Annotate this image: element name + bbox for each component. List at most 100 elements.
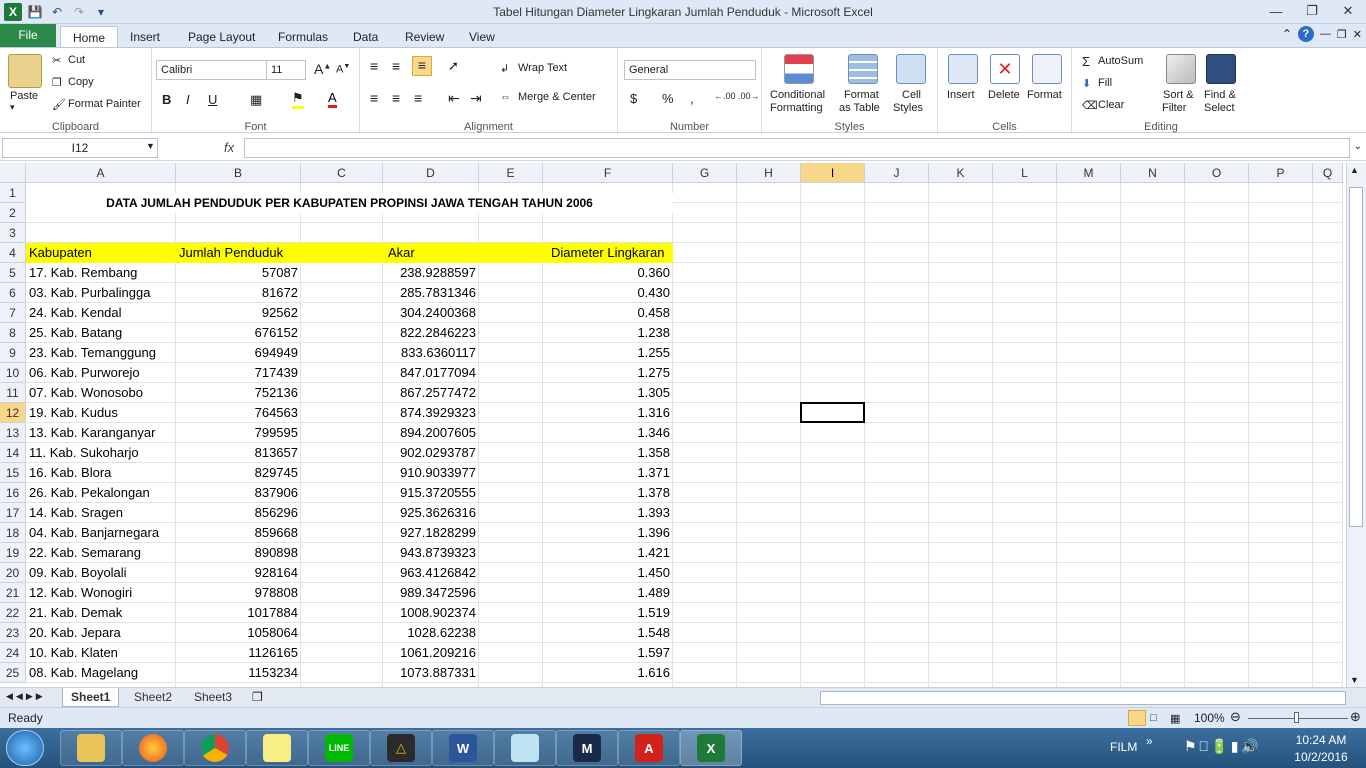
cell-kabupaten[interactable]: 06. Kab. Purworejo	[26, 363, 176, 383]
cell-kabupaten[interactable]: 08. Kab. Magelang	[26, 663, 176, 683]
cell-diameter[interactable]: 1.305	[543, 383, 673, 403]
cell-diameter[interactable]: 1.396	[543, 523, 673, 543]
decrease-indent-icon[interactable]: ⇤	[448, 90, 460, 107]
borders-icon[interactable]: ▦	[250, 92, 262, 108]
row-header-9[interactable]: 9	[0, 343, 26, 363]
percent-icon[interactable]: %	[662, 91, 674, 106]
underline-icon[interactable]: U	[208, 92, 217, 107]
cell-diameter[interactable]: 1.489	[543, 583, 673, 603]
insert-function-icon[interactable]: fx	[224, 140, 234, 155]
cut-icon[interactable]: ✂	[52, 54, 61, 67]
paste-dropdown-icon[interactable]: ▾	[10, 102, 15, 113]
format-painter-button[interactable]: Format Painter	[68, 98, 141, 110]
align-top-icon[interactable]: ≡	[370, 58, 378, 74]
align-center-icon[interactable]: ≡	[392, 90, 400, 106]
format-as-table-button-line2[interactable]: as Table	[839, 102, 880, 114]
taskbar-firefox[interactable]	[122, 730, 184, 766]
scroll-up-icon[interactable]: ▲	[1350, 165, 1359, 175]
cell-akar[interactable]: 894.2007605	[383, 423, 479, 443]
shrink-font-icon[interactable]: A▼	[336, 63, 350, 76]
header-akar[interactable]: Akar	[385, 243, 418, 263]
cell-akar[interactable]: 943.8739323	[383, 543, 479, 563]
cell-diameter[interactable]: 1.358	[543, 443, 673, 463]
column-header-c[interactable]: C	[301, 163, 383, 183]
cell-kabupaten[interactable]: 09. Kab. Boyolali	[26, 563, 176, 583]
column-header-m[interactable]: M	[1057, 163, 1121, 183]
align-right-icon[interactable]: ≡	[414, 90, 422, 106]
cell-akar[interactable]: 304.2400368	[383, 303, 479, 323]
tray-time[interactable]: 10:24 AM	[1290, 733, 1352, 747]
row-header-7[interactable]: 7	[0, 303, 26, 323]
cell-diameter[interactable]: 0.430	[543, 283, 673, 303]
orientation-icon[interactable]: ➚	[448, 58, 459, 74]
taskbar-line[interactable]: LINE	[308, 730, 370, 766]
column-header-p[interactable]: P	[1249, 163, 1313, 183]
page-layout-view-icon[interactable]: □	[1150, 712, 1157, 724]
workbook-restore-icon[interactable]: ❐	[1337, 28, 1347, 41]
tray-film[interactable]: FILM	[1110, 740, 1137, 754]
cell-kabupaten[interactable]: 24. Kab. Kendal	[26, 303, 176, 323]
tray-expand-icon[interactable]: »	[1146, 734, 1153, 748]
italic-icon[interactable]: I	[186, 92, 190, 107]
taskbar-explorer[interactable]	[60, 730, 122, 766]
zoom-in-icon[interactable]: ⊕	[1350, 709, 1361, 725]
cell-akar[interactable]: 1073.887331	[383, 663, 479, 683]
cell-diameter[interactable]: 1.316	[543, 403, 673, 423]
cell-diameter[interactable]: 1.421	[543, 543, 673, 563]
fill-button[interactable]: Fill	[1098, 77, 1112, 89]
restore-icon[interactable]: ❐	[1294, 0, 1330, 22]
help-icon[interactable]: ?	[1297, 26, 1314, 42]
cell-akar[interactable]: 238.9288597	[383, 263, 479, 283]
cell-diameter[interactable]: 0.360	[543, 263, 673, 283]
cell-jumlah-penduduk[interactable]: 859668	[176, 523, 301, 543]
row-header-10[interactable]: 10	[0, 363, 26, 383]
name-box[interactable]: I12	[2, 138, 158, 158]
copy-button[interactable]: Copy	[68, 76, 94, 88]
header-kabupaten[interactable]: Kabupaten	[26, 243, 95, 263]
cell-diameter[interactable]: 1.393	[543, 503, 673, 523]
bold-icon[interactable]: B	[162, 92, 171, 107]
taskbar-media[interactable]: M	[556, 730, 618, 766]
cell-kabupaten[interactable]: 19. Kab. Kudus	[26, 403, 176, 423]
normal-view-icon[interactable]	[1128, 710, 1146, 726]
font-size-combo[interactable]: 11	[266, 60, 306, 80]
tab-data[interactable]: Data	[341, 26, 390, 48]
zoom-level[interactable]: 100%	[1194, 711, 1225, 725]
page-break-view-icon[interactable]: ▦	[1170, 712, 1180, 725]
cell-akar[interactable]: 902.0293787	[383, 443, 479, 463]
row-header-3[interactable]: 3	[0, 223, 26, 243]
tab-file[interactable]: File	[0, 24, 56, 48]
row-header-21[interactable]: 21	[0, 583, 26, 603]
cell-akar[interactable]: 867.2577472	[383, 383, 479, 403]
font-name-combo[interactable]: Calibri	[156, 60, 268, 80]
cell-diameter[interactable]: 0.458	[543, 303, 673, 323]
row-header-6[interactable]: 6	[0, 283, 26, 303]
column-header-j[interactable]: J	[865, 163, 929, 183]
increase-indent-icon[interactable]: ⇥	[470, 90, 482, 107]
cell-akar[interactable]: 847.0177094	[383, 363, 479, 383]
cell-jumlah-penduduk[interactable]: 676152	[176, 323, 301, 343]
cell-kabupaten[interactable]: 21. Kab. Demak	[26, 603, 176, 623]
row-header-12[interactable]: 12	[0, 403, 26, 423]
expand-formula-bar-icon[interactable]: ⌄	[1354, 141, 1362, 152]
sheet-title[interactable]: DATA JUMLAH PENDUDUK PER KABUPATEN PROPI…	[26, 193, 673, 213]
minimize-icon[interactable]: —	[1258, 0, 1294, 22]
cell-kabupaten[interactable]: 07. Kab. Wonosobo	[26, 383, 176, 403]
taskbar-sticky-notes[interactable]	[246, 730, 308, 766]
cell-akar[interactable]: 822.2846223	[383, 323, 479, 343]
tray-icons[interactable]: ⚑ ⎕ 🔋 ▮ 🔊	[1184, 738, 1259, 755]
cell-diameter[interactable]: 1.346	[543, 423, 673, 443]
sheet-tab-3[interactable]: Sheet3	[186, 688, 240, 707]
cell-jumlah-penduduk[interactable]: 92562	[176, 303, 301, 323]
cell-kabupaten[interactable]: 13. Kab. Karanganyar	[26, 423, 176, 443]
cell-diameter[interactable]: 1.450	[543, 563, 673, 583]
find-select-button-line2[interactable]: Select	[1204, 102, 1235, 114]
select-all-corner[interactable]	[0, 163, 26, 183]
selected-cell-i12[interactable]	[800, 402, 865, 423]
cell-akar[interactable]: 963.4126842	[383, 563, 479, 583]
cell-jumlah-penduduk[interactable]: 799595	[176, 423, 301, 443]
column-header-q[interactable]: Q	[1313, 163, 1343, 183]
find-select-button[interactable]: Find &	[1204, 89, 1236, 101]
column-header-a[interactable]: A	[26, 163, 176, 183]
paste-icon[interactable]	[8, 54, 42, 88]
